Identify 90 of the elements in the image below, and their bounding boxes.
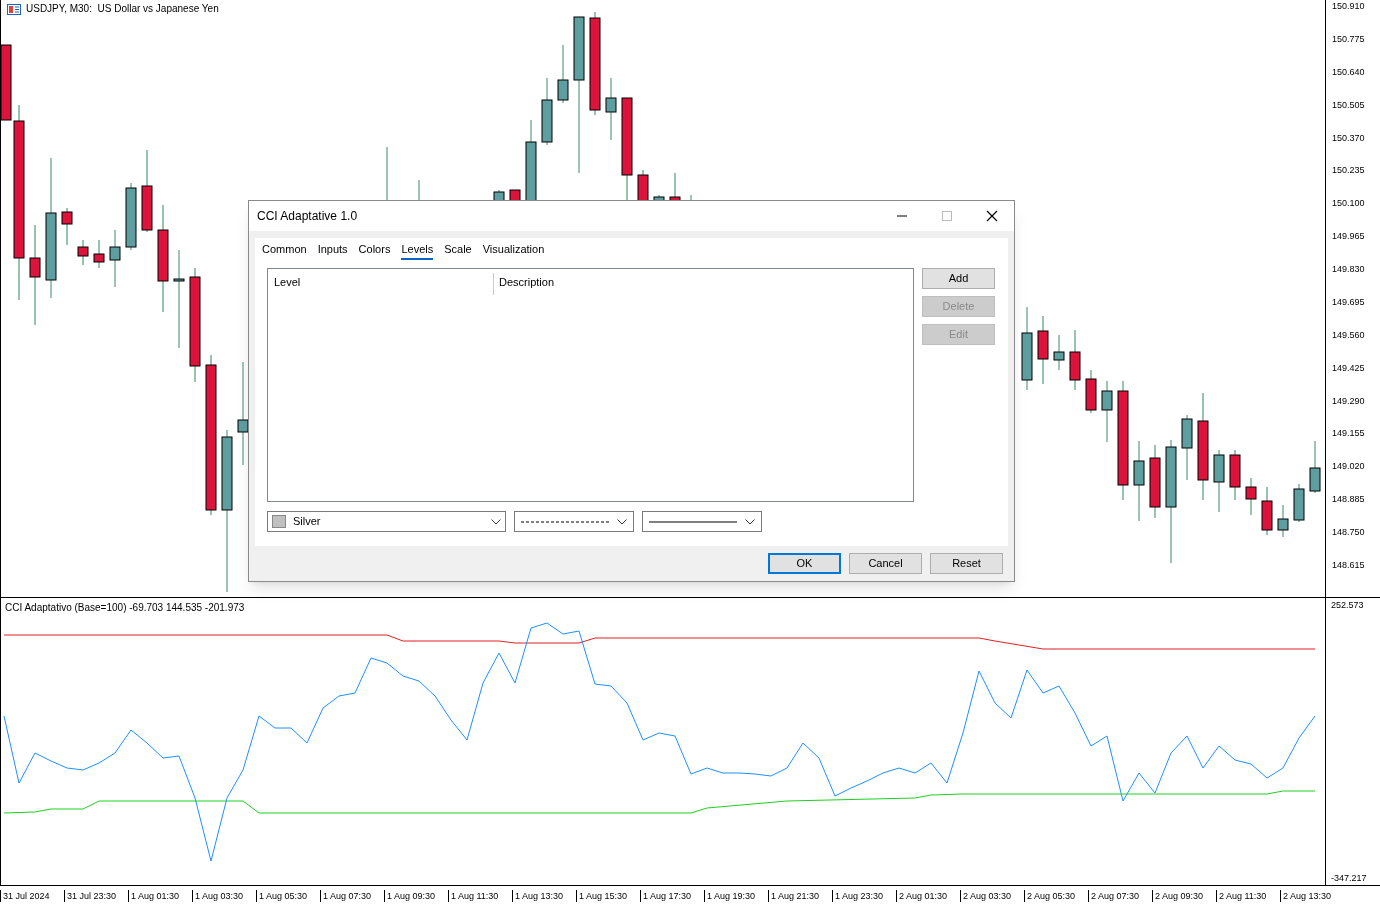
candle — [605, 77, 617, 141]
tab[interactable]: Levels — [401, 240, 434, 260]
time-label: 2 Aug 05:30 — [1024, 890, 1088, 902]
time-label: 1 Aug 23:30 — [832, 890, 896, 902]
column-header[interactable]: Description — [494, 273, 555, 291]
time-label: 31 Jul 2024 — [0, 890, 64, 902]
time-label: 1 Aug 15:30 — [576, 890, 640, 902]
price-label: 149.020 — [1331, 460, 1366, 473]
time-label: 1 Aug 11:30 — [448, 890, 512, 902]
price-label: 149.290 — [1331, 394, 1366, 407]
time-label: 2 Aug 03:30 — [960, 890, 1024, 902]
candle — [61, 207, 73, 246]
time-label: 2 Aug 13:30 — [1280, 890, 1344, 902]
time-label: 1 Aug 13:30 — [512, 890, 576, 902]
tab[interactable]: Scale — [444, 240, 472, 260]
time-label: 31 Jul 23:30 — [64, 890, 128, 902]
price-label: 150.235 — [1331, 164, 1366, 177]
candle — [1069, 329, 1081, 391]
price-label: 150.775 — [1331, 32, 1366, 45]
time-label: 1 Aug 09:30 — [384, 890, 448, 902]
time-label: 1 Aug 03:30 — [192, 890, 256, 902]
candle — [1085, 369, 1097, 414]
tab[interactable]: Visualization — [482, 240, 545, 260]
price-label: 149.965 — [1331, 230, 1366, 243]
time-label: 2 Aug 09:30 — [1152, 890, 1216, 902]
chevron-down-icon — [745, 518, 755, 525]
tab[interactable]: Colors — [358, 240, 391, 260]
minimize-icon — [896, 215, 907, 217]
dialog-button[interactable]: Cancel — [849, 553, 922, 574]
candle — [93, 239, 105, 269]
chart-window-icon — [7, 3, 21, 15]
time-label: 1 Aug 05:30 — [256, 890, 320, 902]
candle — [541, 77, 553, 146]
line-sample-icon — [521, 519, 609, 524]
chevron-down-icon — [617, 518, 627, 525]
line-style-dropdown[interactable] — [514, 511, 634, 532]
tab[interactable]: Common — [262, 240, 307, 260]
indicator-label: CCI Adaptativo (Base=100) -69.703 144.535 -201.973 — [5, 602, 245, 614]
scale-label: -347.217 — [1330, 872, 1368, 884]
time-label: 2 Aug 07:30 — [1088, 890, 1152, 902]
candle — [125, 182, 137, 251]
price-label: 150.640 — [1331, 65, 1366, 78]
candle — [1037, 315, 1049, 385]
color-dropdown[interactable]: Silver — [267, 511, 506, 532]
price-label: 150.370 — [1331, 131, 1366, 144]
price-label: 148.750 — [1331, 526, 1366, 538]
price-label: 149.425 — [1331, 361, 1366, 374]
time-label: 1 Aug 01:30 — [128, 890, 192, 902]
candle — [1229, 449, 1241, 501]
candle — [1213, 449, 1225, 513]
close-icon — [985, 210, 998, 222]
time-label: 1 Aug 19:30 — [704, 890, 768, 902]
time-label: 1 Aug 07:30 — [320, 890, 384, 902]
dialog-button[interactable]: Reset — [930, 553, 1003, 574]
candle — [1181, 414, 1193, 481]
levels-list[interactable]: Level Description — [267, 268, 914, 502]
price-label: 150.100 — [1331, 197, 1366, 210]
line-sample-icon — [649, 519, 737, 524]
candle — [77, 239, 89, 266]
candle — [1053, 334, 1065, 371]
candle — [1277, 504, 1289, 538]
dialog-button[interactable]: OK — [768, 553, 841, 574]
list-action-button[interactable]: Add — [922, 268, 995, 289]
price-label: 148.615 — [1331, 558, 1366, 571]
candle — [109, 229, 121, 288]
price-label: 148.885 — [1331, 493, 1366, 506]
time-label: 1 Aug 17:30 — [640, 890, 704, 902]
price-label: 149.155 — [1331, 427, 1366, 440]
candle — [1245, 477, 1257, 516]
maximize-icon — [941, 211, 952, 221]
price-label: 149.695 — [1331, 295, 1366, 308]
scale-label: 252.573 — [1330, 599, 1365, 611]
time-label: 2 Aug 11:30 — [1216, 890, 1280, 902]
time-label: 1 Aug 21:30 — [768, 890, 832, 902]
candle — [1101, 380, 1113, 443]
price-label: 150.910 — [1331, 0, 1366, 12]
price-label: 149.560 — [1331, 328, 1366, 341]
candle — [1261, 486, 1273, 536]
tab[interactable]: Inputs — [317, 240, 348, 260]
column-header[interactable]: Level — [268, 273, 494, 295]
chart-title: USDJPY, M30: US Dollar vs Japanese Yen — [26, 3, 219, 15]
dialog-title: CCI Adaptative 1.0 — [257, 208, 359, 225]
time-label: 2 Aug 01:30 — [896, 890, 960, 902]
line-style-dropdown[interactable] — [642, 511, 762, 532]
candle — [557, 44, 569, 104]
price-label: 150.505 — [1331, 98, 1366, 111]
chevron-down-icon — [491, 518, 501, 525]
candle — [1293, 483, 1305, 523]
price-label: 149.830 — [1331, 263, 1366, 275]
candle — [1309, 440, 1321, 494]
